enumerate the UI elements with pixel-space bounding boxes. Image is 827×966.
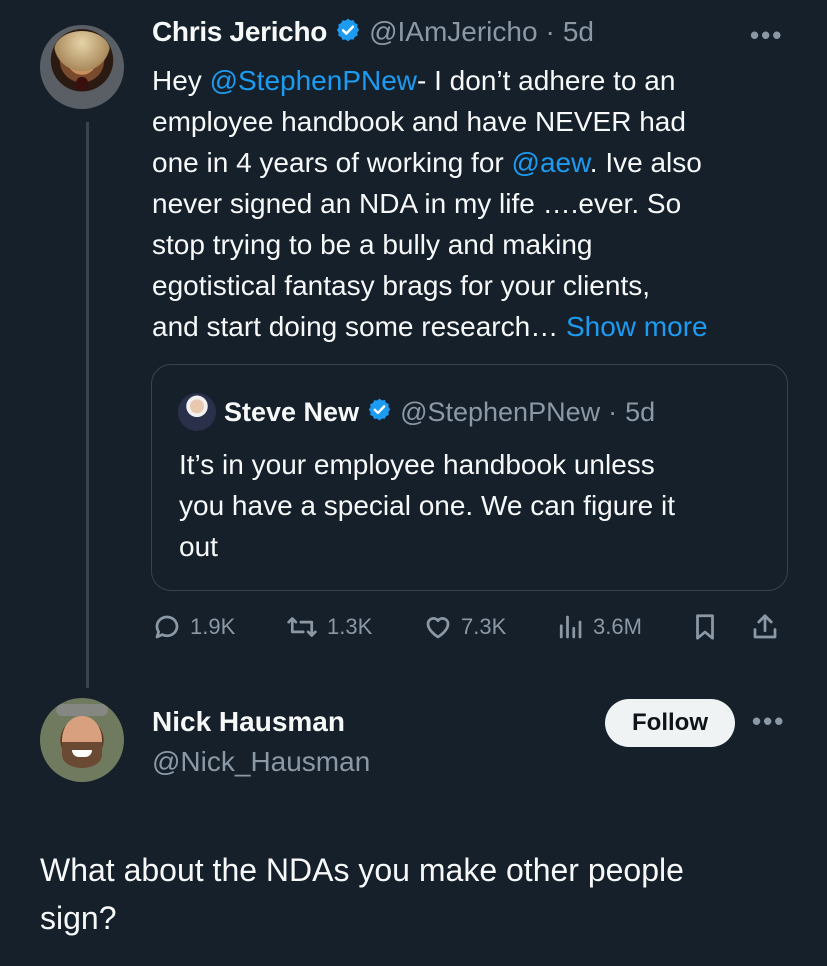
share-icon — [753, 614, 777, 639]
dot-separator: · — [608, 396, 618, 427]
verified-badge-icon — [335, 17, 361, 48]
bookmark-icon — [696, 614, 714, 640]
mention-link[interactable]: @StephenPNew — [210, 65, 417, 96]
quoted-author-name: Steve New — [224, 396, 360, 427]
tweet-body: Hey @StephenPNew- I don’t adhere to an e… — [152, 65, 708, 342]
verified-badge-icon — [367, 397, 392, 427]
bookmark-button[interactable] — [690, 612, 720, 642]
thread-connector-line — [86, 122, 89, 688]
tweet-time[interactable]: 5d — [563, 16, 594, 48]
more-options-icon[interactable]: ••• — [750, 20, 783, 51]
avatar-steve-new — [178, 393, 216, 431]
retweet-button[interactable]: 1.3K — [285, 612, 372, 642]
quoted-author-handle: @StephenPNew — [400, 396, 601, 427]
views-count: 3.6M — [593, 614, 642, 639]
follow-button[interactable]: Follow — [605, 699, 735, 747]
retweet-icon — [287, 617, 317, 637]
views-bar-chart-icon — [559, 615, 582, 639]
quoted-tweet-time: 5d — [625, 396, 656, 427]
dot-separator: · — [545, 16, 555, 47]
quoted-tweet-header: Steve New @StephenPNew · 5d — [178, 393, 655, 431]
reply-count: 1.9K — [190, 614, 236, 639]
mention-link[interactable]: @aew — [512, 147, 590, 178]
more-options-icon[interactable]: ••• — [752, 706, 785, 737]
retweet-count: 1.3K — [327, 614, 373, 639]
tweet-header: Chris Jericho @IAmJericho · 5d — [152, 16, 594, 48]
like-count: 7.3K — [461, 614, 507, 639]
reply-button[interactable]: 1.9K — [152, 612, 235, 642]
avatar-chris-jericho[interactable] — [40, 25, 124, 109]
author-name[interactable]: Chris Jericho — [152, 16, 327, 48]
reply-author-handle[interactable]: @Nick_Hausman — [152, 746, 370, 778]
author-handle[interactable]: @IAmJericho — [369, 16, 537, 48]
share-button[interactable] — [750, 612, 780, 642]
show-more-link[interactable]: Show more — [566, 311, 708, 342]
views-button[interactable]: 3.6M — [555, 612, 642, 642]
reply-body: What about the NDAs you make other peopl… — [40, 852, 684, 936]
quoted-tweet-body: It’s in your employee handbook unless yo… — [179, 449, 676, 562]
reply-icon — [155, 615, 179, 639]
avatar-nick-hausman[interactable] — [40, 698, 124, 782]
heart-icon — [426, 617, 450, 639]
reply-author-name[interactable]: Nick Hausman — [152, 706, 345, 738]
like-button[interactable]: 7.3K — [423, 612, 506, 642]
